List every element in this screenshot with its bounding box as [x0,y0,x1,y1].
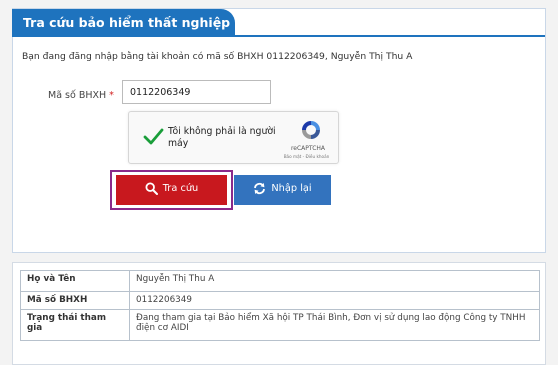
recaptcha-widget[interactable]: Tôi không phải là người máy reCAPTCHA Bả… [128,111,339,164]
captcha-prompt: Tôi không phải là người máy [168,126,276,149]
bhxh-field-label: Mã số BHXH * [48,90,114,101]
top-strip [0,0,558,6]
table-row: Họ và Tên Nguyễn Thị Thu A [20,270,540,292]
search-icon [145,182,158,195]
recaptcha-links[interactable]: Bảo mật - Điều khoản [274,154,339,159]
row-key: Họ và Tên [20,270,130,292]
row-value: Đang tham gia tại Bảo hiểm Xã hội TP Thá… [129,309,540,341]
page: Tra cứu bảo hiểm thất nghiệp Bạn đang đă… [0,0,558,365]
bhxh-label-text: Mã số BHXH [48,90,107,101]
recaptcha-brand: reCAPTCHA [290,145,326,152]
row-value: Nguyễn Thị Thu A [129,270,540,292]
lookup-form-panel: Tra cứu bảo hiểm thất nghiệp Bạn đang đă… [12,8,546,253]
table-row: Mã số BHXH 0112206349 [20,291,540,310]
refresh-icon [254,182,266,195]
row-key: Trạng thái tham gia [20,309,130,341]
result-panel: Họ và Tên Nguyễn Thị Thu A Mã số BHXH 01… [12,262,546,365]
search-button-label: Tra cứu [162,183,199,194]
checkmark-icon[interactable] [142,126,164,148]
tab-unemployment-insurance-lookup[interactable]: Tra cứu bảo hiểm thất nghiệp [12,9,235,37]
login-info-text: Bạn đang đăng nhập bằng tài khoản có mã … [22,51,413,62]
result-table: Họ và Tên Nguyễn Thị Thu A Mã số BHXH 01… [20,270,540,341]
bhxh-number-input[interactable] [122,80,271,104]
required-mark: * [109,90,114,101]
reset-button-label: Nhập lại [271,183,312,194]
row-key: Mã số BHXH [20,291,130,310]
tab-bar: Tra cứu bảo hiểm thất nghiệp [12,9,545,37]
search-button[interactable]: Tra cứu [116,175,227,205]
row-value: 0112206349 [129,291,540,310]
recaptcha-logo-icon [302,121,320,139]
table-row: Trạng thái tham gia Đang tham gia tại Bả… [20,309,540,341]
reset-button[interactable]: Nhập lại [234,175,331,205]
